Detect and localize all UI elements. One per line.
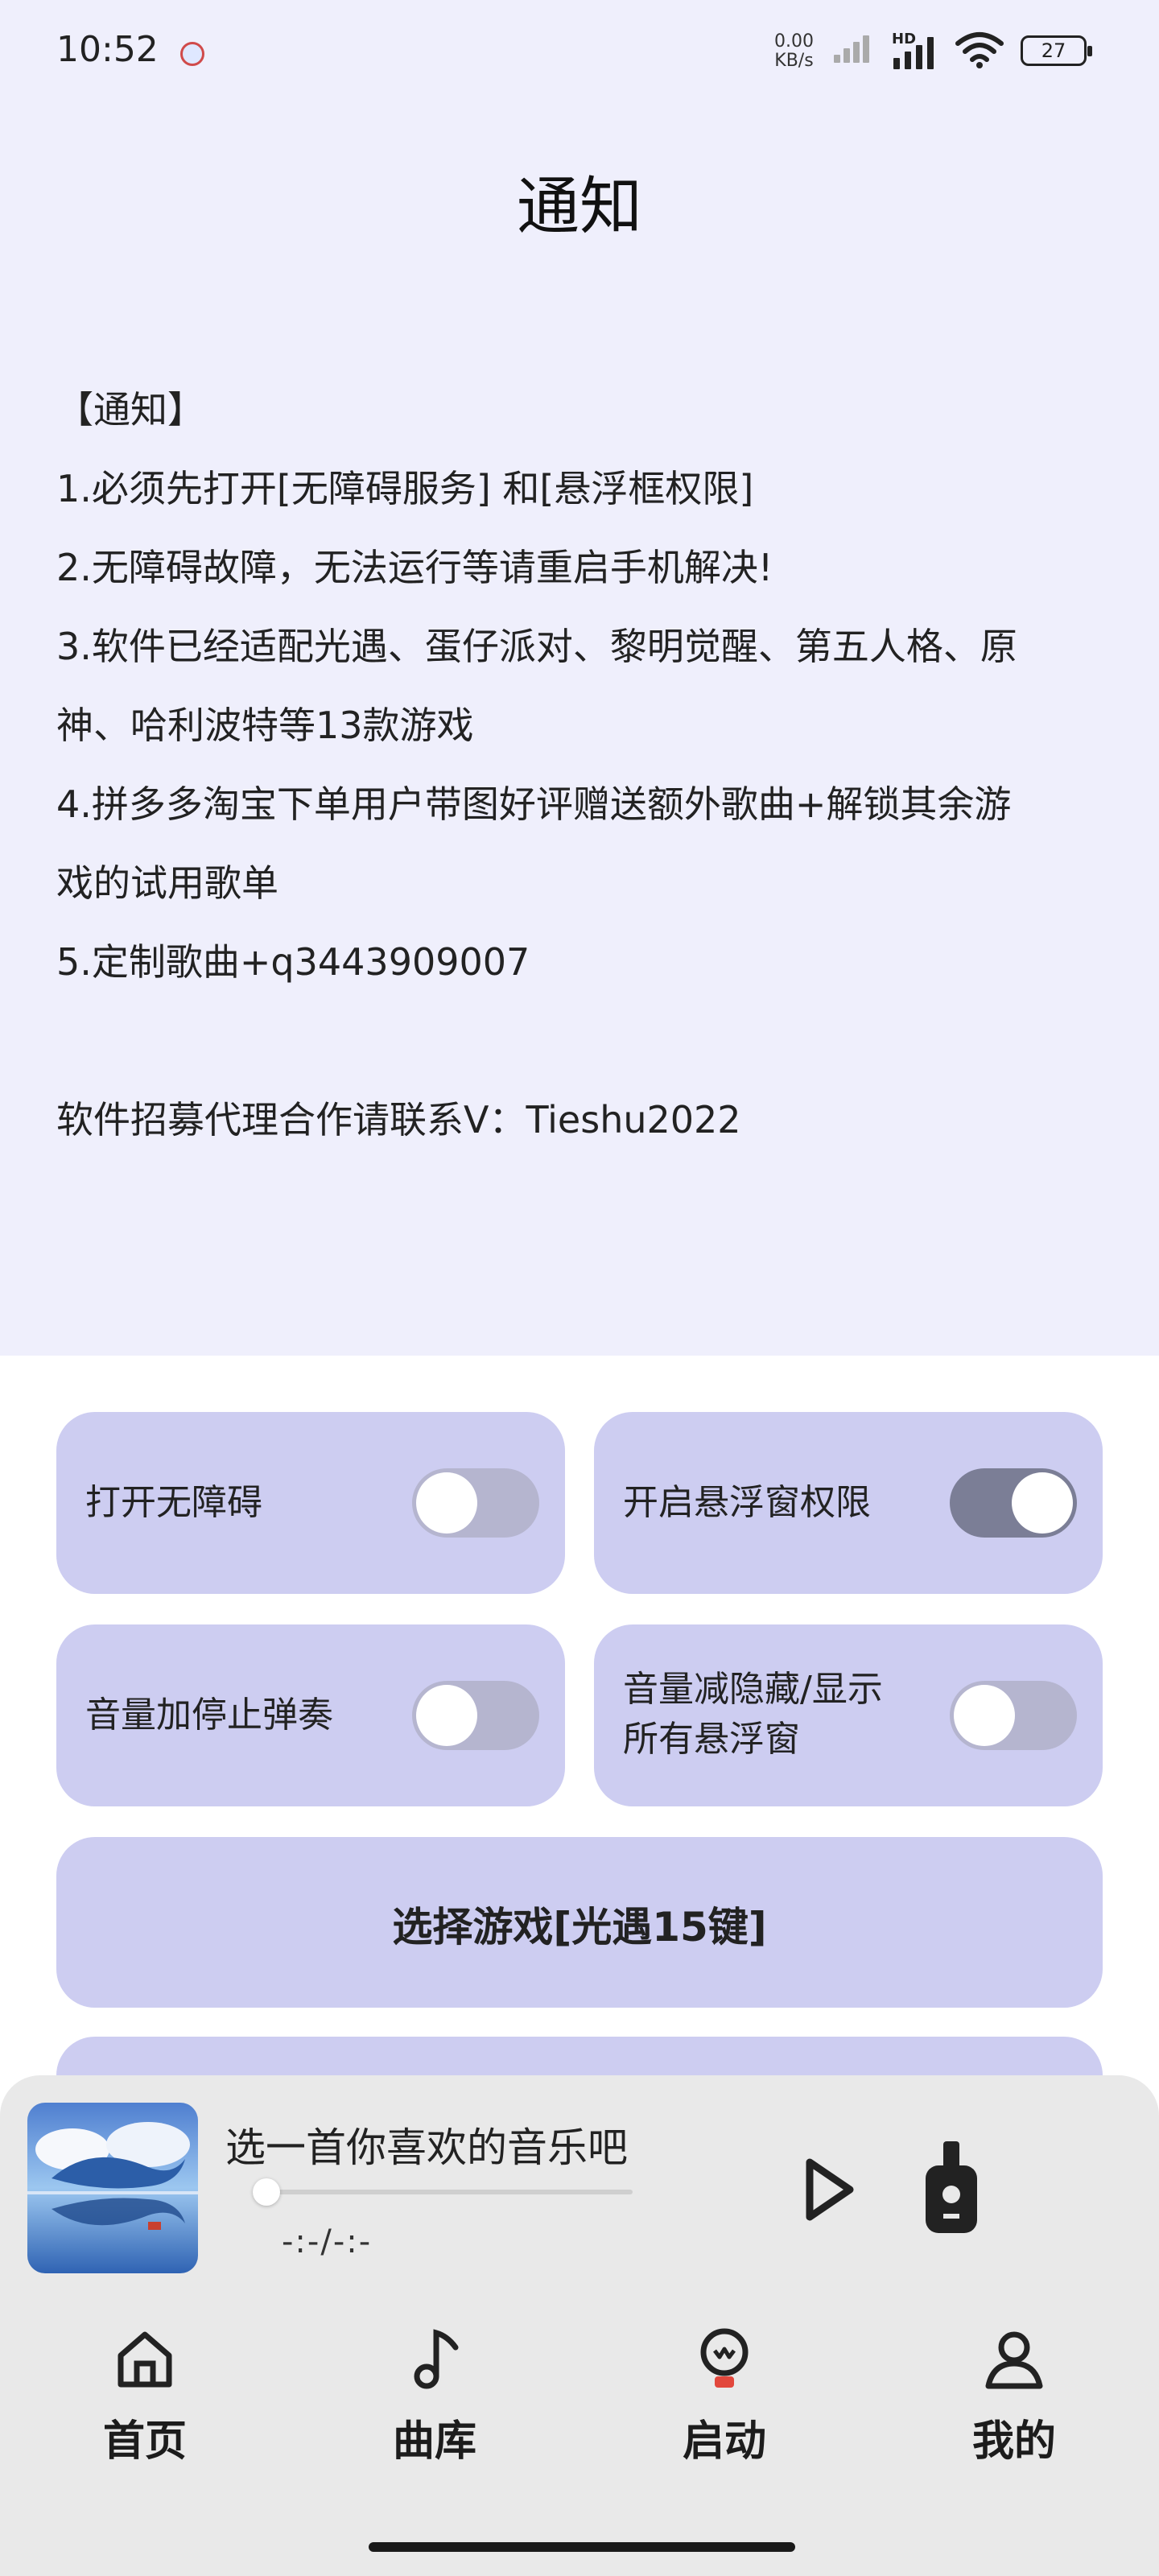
- volume-down-label: 音量减隐藏/显示 所有悬浮窗: [623, 1665, 883, 1765]
- notice-line: 【通知】: [56, 388, 204, 431]
- nav-mine[interactable]: 我的: [918, 2326, 1111, 2467]
- status-time: 10:52: [56, 29, 159, 70]
- notice-line: 神、哈利波特等13款游戏: [56, 704, 474, 747]
- nav-home[interactable]: 首页: [48, 2326, 241, 2467]
- notice-line: 5.定制歌曲+q3443909007: [56, 940, 530, 984]
- nav-mine-label: 我的: [971, 2417, 1056, 2466]
- floating-window-label: 开启悬浮窗权限: [623, 1482, 871, 1523]
- volume-down-toggle[interactable]: [950, 1681, 1077, 1750]
- album-art[interactable]: [27, 2103, 198, 2273]
- progress-track[interactable]: [266, 2190, 633, 2194]
- volume-down-label-line2: 所有悬浮窗: [623, 1719, 800, 1760]
- toggle-knob: [416, 1685, 477, 1746]
- floating-window-toggle[interactable]: [950, 1468, 1077, 1538]
- player-title: 选一首你喜欢的音乐吧: [225, 2124, 628, 2171]
- toggle-knob: [1012, 1472, 1073, 1534]
- notice-spacer: [56, 1001, 1103, 1080]
- volume-up-toggle[interactable]: [412, 1681, 539, 1750]
- volume-up-label: 音量加停止弹奏: [85, 1695, 333, 1736]
- volume-down-label-line1: 音量减隐藏/显示: [623, 1669, 883, 1710]
- status-bar: 10:52 0.00 KB/s HD 27: [0, 0, 1159, 105]
- nav-launch-label: 启动: [682, 2417, 766, 2466]
- nav-home-label: 首页: [102, 2417, 187, 2466]
- accessibility-toggle[interactable]: [412, 1468, 539, 1538]
- toggle-knob: [416, 1472, 477, 1534]
- notice-contact: 软件招募代理合作请联系V：Tieshu2022: [56, 1098, 741, 1141]
- notice-line: 1.必须先打开[无障碍服务] 和[悬浮框权限]: [56, 467, 754, 510]
- home-indicator[interactable]: [369, 2542, 795, 2552]
- volume-down-card: 音量减隐藏/显示 所有悬浮窗: [594, 1624, 1103, 1806]
- notice-line: 戏的试用歌单: [56, 861, 278, 905]
- signal-icon-2: [893, 34, 943, 69]
- volume-up-card: 音量加停止弹奏: [56, 1624, 565, 1806]
- app-root: 10:52 0.00 KB/s HD 27 通知 【通知】 1.必须先打开[无障…: [0, 0, 1159, 2576]
- floating-window-card: 开启悬浮窗权限: [594, 1412, 1103, 1594]
- accessibility-card: 打开无障碍: [56, 1412, 565, 1594]
- nav-library-label: 曲库: [392, 2417, 476, 2466]
- music-note-icon: [414, 2329, 459, 2389]
- net-speed: 0.00 KB/s: [774, 32, 814, 71]
- select-game-button[interactable]: 选择游戏[光遇15键]: [56, 1837, 1103, 2008]
- accessibility-label: 打开无障碍: [85, 1482, 262, 1523]
- home-icon: [118, 2331, 172, 2388]
- progress-handle[interactable]: [253, 2178, 280, 2206]
- lightbulb-icon: [700, 2328, 749, 2388]
- nav-library[interactable]: 曲库: [338, 2326, 531, 2467]
- wifi-icon: [955, 32, 1004, 68]
- notice-line: 3.软件已经适配光遇、蛋仔派对、黎明觉醒、第五人格、原: [56, 625, 1017, 668]
- notification-app-icon: [180, 42, 204, 66]
- notice-line: 4.拼多多淘宝下单用户带图好评赠送额外歌曲+解锁其余游: [56, 782, 1012, 826]
- notice-body: 【通知】 1.必须先打开[无障碍服务] 和[悬浮框权限] 2.无障碍故障，无法运…: [56, 370, 1103, 1159]
- select-game-label: 选择游戏[光遇15键]: [392, 1904, 767, 1951]
- play-icon[interactable]: [797, 2151, 861, 2228]
- signal-icon: [834, 31, 872, 63]
- toggle-knob: [954, 1685, 1015, 1746]
- net-speed-value: 0.00: [774, 31, 814, 52]
- person-icon: [985, 2331, 1043, 2389]
- album-art-image: [27, 2103, 198, 2273]
- page-title: 通知: [516, 171, 642, 243]
- battery-icon: 27: [1021, 35, 1092, 66]
- nav-launch[interactable]: 启动: [628, 2326, 821, 2467]
- net-speed-unit: KB/s: [774, 51, 814, 71]
- guitar-icon[interactable]: [922, 2141, 980, 2235]
- notice-line: 2.无障碍故障，无法运行等请重启手机解决!: [56, 546, 773, 589]
- player-time: -:-/-:-: [282, 2223, 373, 2260]
